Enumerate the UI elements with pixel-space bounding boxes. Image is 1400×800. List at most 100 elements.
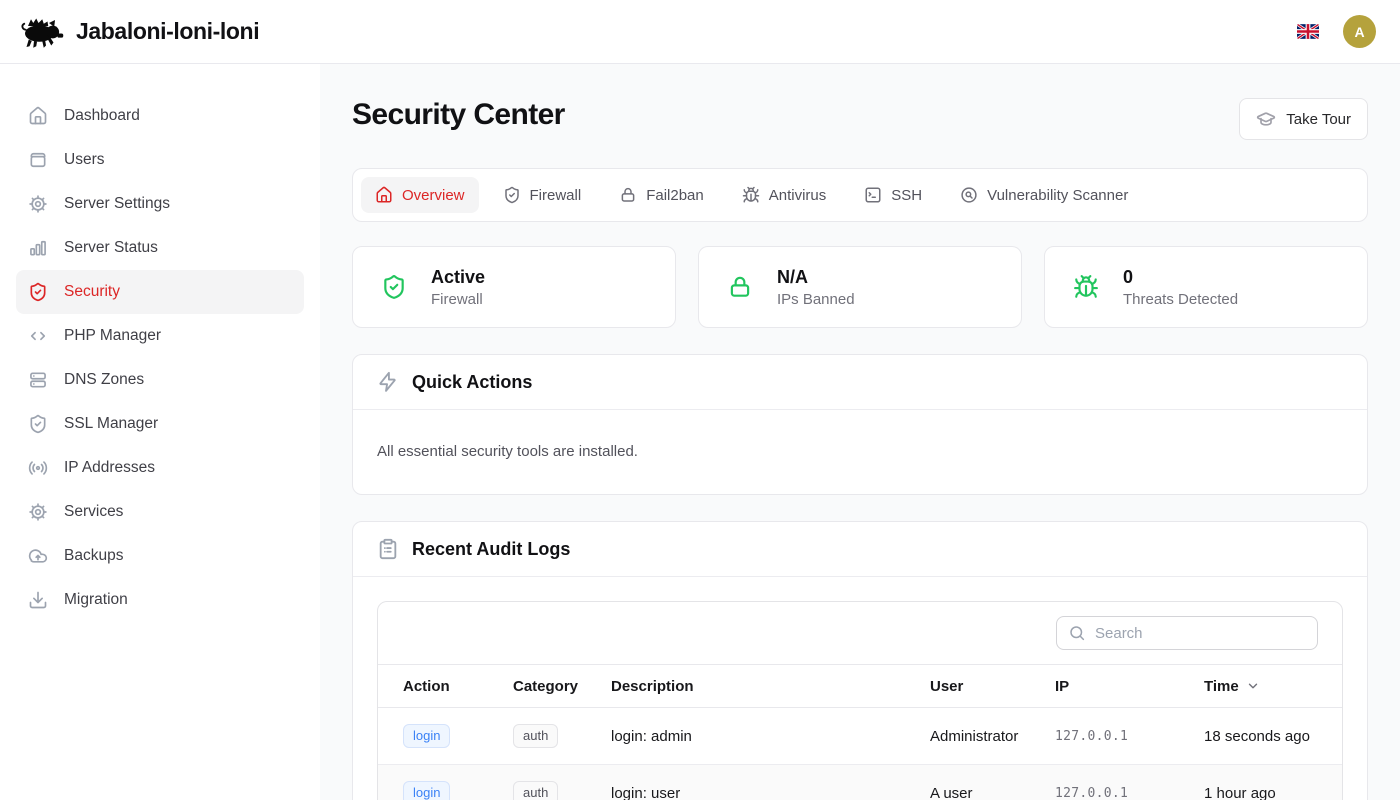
stat-value: 0 xyxy=(1123,267,1238,288)
sidebar-item-label: Server Status xyxy=(64,239,158,257)
shield-check-icon xyxy=(503,186,521,204)
column-header-description: Description xyxy=(611,678,930,695)
quick-actions-title: Quick Actions xyxy=(412,372,532,393)
home-icon xyxy=(28,106,48,126)
sidebar-item-label: SSL Manager xyxy=(64,415,158,433)
sidebar-item-label: Backups xyxy=(64,547,123,565)
action-badge: login xyxy=(403,781,450,800)
cell-time: 1 hour ago xyxy=(1204,785,1317,800)
uk-flag-icon[interactable] xyxy=(1297,24,1319,39)
category-badge: auth xyxy=(513,781,558,800)
quick-actions-message: All essential security tools are install… xyxy=(377,434,1343,470)
sidebar-item-label: Security xyxy=(64,283,120,301)
sidebar-item-label: DNS Zones xyxy=(64,371,144,389)
sidebar-item-server-settings[interactable]: Server Settings xyxy=(16,182,304,226)
download-icon xyxy=(28,590,48,610)
brand[interactable]: Jabaloni-loni-loni xyxy=(16,15,259,49)
column-header-action: Action xyxy=(403,678,513,695)
sidebar-item-label: Server Settings xyxy=(64,195,170,213)
page-title: Security Center xyxy=(352,98,565,132)
main-content: Security Center Take Tour Overview Firew… xyxy=(320,64,1400,800)
code-icon xyxy=(28,326,48,346)
users-drawer-icon xyxy=(28,150,48,170)
search-icon xyxy=(1068,624,1086,642)
gear-icon xyxy=(28,194,48,214)
radio-waves-icon xyxy=(28,458,48,478)
tab-vulnerability-scanner[interactable]: Vulnerability Scanner xyxy=(946,177,1142,213)
sidebar-item-label: IP Addresses xyxy=(64,459,155,477)
sidebar-item-security[interactable]: Security xyxy=(16,270,304,314)
tab-antivirus[interactable]: Antivirus xyxy=(728,177,841,213)
tab-label: Fail2ban xyxy=(646,187,704,204)
bug-icon xyxy=(1073,274,1099,300)
bug-icon xyxy=(742,186,760,204)
sidebar: Dashboard Users Server Settings Server S… xyxy=(0,64,320,800)
column-header-category: Category xyxy=(513,678,611,695)
tab-fail2ban[interactable]: Fail2ban xyxy=(605,177,718,213)
sidebar-item-php-manager[interactable]: PHP Manager xyxy=(16,314,304,358)
sidebar-item-ssl-manager[interactable]: SSL Manager xyxy=(16,402,304,446)
sidebar-item-label: Services xyxy=(64,503,123,521)
shield-check-icon xyxy=(28,282,48,302)
ips-banned-card: N/A IPs Banned xyxy=(698,246,1022,328)
cell-ip: 127.0.0.1 xyxy=(1055,786,1204,800)
action-badge: login xyxy=(403,724,450,748)
sidebar-item-dashboard[interactable]: Dashboard xyxy=(16,94,304,138)
take-tour-label: Take Tour xyxy=(1286,111,1351,128)
chevron-down-icon xyxy=(1246,679,1260,693)
sidebar-item-server-status[interactable]: Server Status xyxy=(16,226,304,270)
sidebar-item-users[interactable]: Users xyxy=(16,138,304,182)
home-icon xyxy=(375,186,393,204)
table-row: login auth login: admin Administrator 12… xyxy=(378,708,1342,765)
sidebar-item-migration[interactable]: Migration xyxy=(16,578,304,622)
audit-logs-title: Recent Audit Logs xyxy=(412,539,570,560)
cell-description: login: admin xyxy=(611,728,930,745)
user-avatar[interactable]: A xyxy=(1343,15,1376,48)
time-label: Time xyxy=(1204,678,1239,695)
tab-overview[interactable]: Overview xyxy=(361,177,479,213)
sidebar-item-backups[interactable]: Backups xyxy=(16,534,304,578)
quick-actions-panel: Quick Actions All essential security too… xyxy=(352,354,1368,495)
sidebar-item-label: PHP Manager xyxy=(64,327,161,345)
server-stack-icon xyxy=(28,370,48,390)
cell-user: Administrator xyxy=(930,728,1055,745)
take-tour-button[interactable]: Take Tour xyxy=(1239,98,1368,140)
audit-logs-panel: Recent Audit Logs Action Category Descri… xyxy=(352,521,1368,800)
terminal-icon xyxy=(864,186,882,204)
shield-check-icon xyxy=(381,274,407,300)
stat-value: N/A xyxy=(777,267,855,288)
column-header-ip: IP xyxy=(1055,678,1204,695)
stat-label: IPs Banned xyxy=(777,291,855,308)
stat-label: Firewall xyxy=(431,291,485,308)
tab-label: SSH xyxy=(891,187,922,204)
clipboard-icon xyxy=(377,538,399,560)
graduation-cap-icon xyxy=(1256,109,1276,129)
sidebar-item-services[interactable]: Services xyxy=(16,490,304,534)
column-header-user: User xyxy=(930,678,1055,695)
column-header-time[interactable]: Time xyxy=(1204,678,1317,695)
firewall-status-card: Active Firewall xyxy=(352,246,676,328)
sidebar-item-label: Dashboard xyxy=(64,107,140,125)
sidebar-item-label: Users xyxy=(64,151,104,169)
lock-icon xyxy=(619,186,637,204)
lock-icon xyxy=(727,274,753,300)
table-header-row: Action Category Description User IP Time xyxy=(378,664,1342,708)
tab-firewall[interactable]: Firewall xyxy=(489,177,596,213)
cloud-upload-icon xyxy=(28,546,48,566)
search-input[interactable] xyxy=(1056,616,1318,650)
sidebar-item-dns-zones[interactable]: DNS Zones xyxy=(16,358,304,402)
stat-label: Threats Detected xyxy=(1123,291,1238,308)
scan-search-icon xyxy=(960,186,978,204)
tab-ssh[interactable]: SSH xyxy=(850,177,936,213)
table-row: login auth login: user A user 127.0.0.1 … xyxy=(378,765,1342,800)
boar-logo-icon xyxy=(16,15,64,49)
sidebar-item-ip-addresses[interactable]: IP Addresses xyxy=(16,446,304,490)
cell-description: login: user xyxy=(611,785,930,800)
app-title: Jabaloni-loni-loni xyxy=(76,18,259,45)
tab-label: Antivirus xyxy=(769,187,827,204)
lightning-icon xyxy=(377,371,399,393)
top-bar: Jabaloni-loni-loni A xyxy=(0,0,1400,64)
sidebar-item-label: Migration xyxy=(64,591,128,609)
search-box xyxy=(1056,616,1318,650)
cell-user: A user xyxy=(930,785,1055,800)
